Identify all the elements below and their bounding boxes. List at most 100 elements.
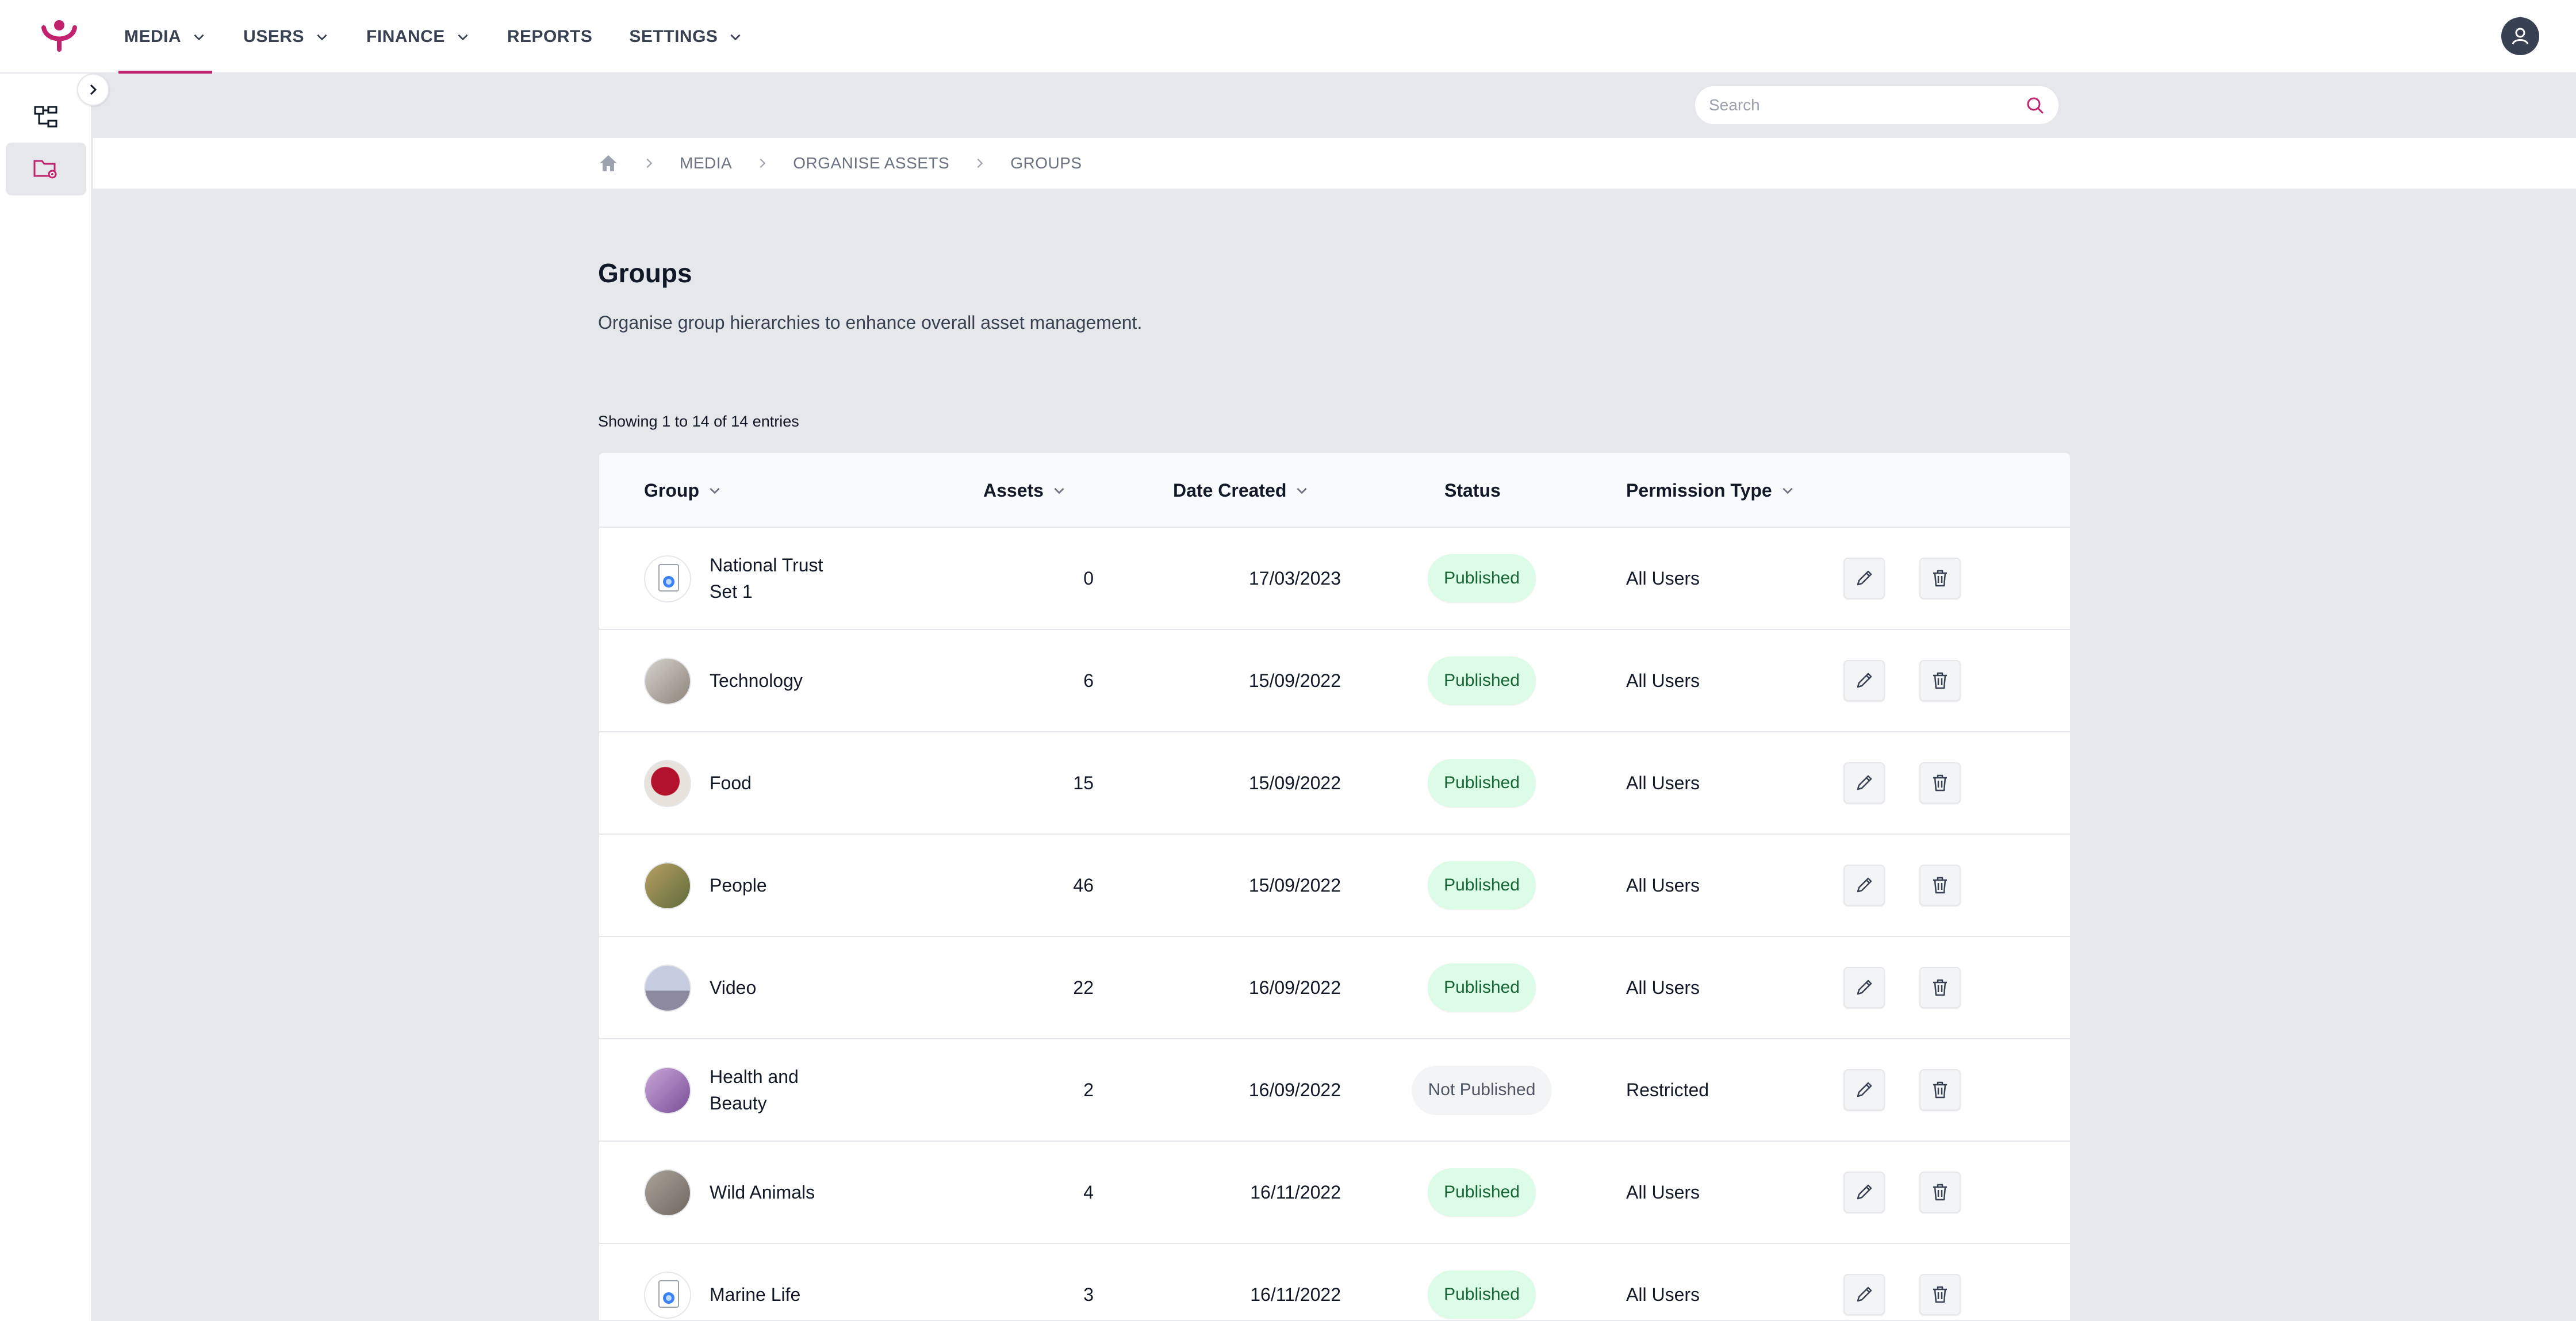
home-icon[interactable] <box>598 153 619 173</box>
chevron-down-icon <box>730 34 741 41</box>
chevron-right-icon <box>977 158 983 168</box>
breadcrumb-bar <box>93 138 2576 189</box>
table-row[interactable]: Technology 6 15/09/2022 Published All Users <box>599 630 2070 732</box>
group-thumbnail <box>644 1169 691 1216</box>
table-row[interactable]: Food 15 15/09/2022 Published All Users <box>599 732 2070 835</box>
column-header-permission-label: Permission Type <box>1626 479 1772 501</box>
delete-button[interactable] <box>1919 1069 1961 1111</box>
sidebar-item-hierarchy[interactable] <box>6 91 86 144</box>
chevron-down-icon <box>317 34 327 41</box>
asset-count: 0 <box>1083 567 1094 589</box>
edit-button[interactable] <box>1843 1274 1885 1315</box>
delete-button[interactable] <box>1919 967 1961 1008</box>
groups-table: Group Assets Date Created Status Permiss… <box>598 452 2071 1321</box>
edit-button[interactable] <box>1843 967 1885 1008</box>
group-name[interactable]: Technology <box>710 630 853 731</box>
date-created: 16/09/2022 <box>1248 1079 1341 1100</box>
delete-button[interactable] <box>1919 1274 1961 1315</box>
page-title: Groups <box>598 258 692 288</box>
trash-icon <box>1933 672 1947 689</box>
column-header-assets-label: Assets <box>983 479 1044 501</box>
group-name[interactable]: Food <box>710 732 853 834</box>
brand-logo[interactable] <box>40 20 78 53</box>
group-name[interactable]: Video <box>710 937 853 1038</box>
nav-item-media[interactable]: MEDIA <box>118 0 213 74</box>
table-row[interactable]: People 46 15/09/2022 Published All Users <box>599 835 2070 937</box>
status-badge: Published <box>1428 656 1536 705</box>
search-icon[interactable] <box>2025 95 2045 115</box>
group-name[interactable]: Health and Beauty <box>710 1039 853 1140</box>
sidebar-item-asset-folders[interactable] <box>6 143 86 195</box>
pencil-icon <box>1857 1184 1872 1200</box>
group-thumbnail <box>644 1272 691 1319</box>
group-thumbnail <box>644 862 691 909</box>
breadcrumb-item[interactable]: MEDIA <box>680 154 732 172</box>
status-cell: Published <box>1387 732 1577 834</box>
permission-type: Restricted <box>1626 1079 1709 1100</box>
nav-item-users[interactable]: USERS <box>237 0 335 74</box>
permission-type: All Users <box>1626 1284 1700 1305</box>
delete-button[interactable] <box>1919 865 1961 906</box>
asset-count: 2 <box>1083 1079 1094 1100</box>
table-row[interactable]: Video 22 16/09/2022 Published All Users <box>599 937 2070 1039</box>
sidebar <box>0 74 92 1321</box>
chevron-down-icon <box>458 34 468 41</box>
edit-button[interactable] <box>1843 660 1885 701</box>
group-name[interactable]: National Trust Set 1 <box>710 528 853 629</box>
chevron-down-icon <box>1054 487 1064 494</box>
nav-item-label: USERS <box>243 27 305 46</box>
status-cell: Not Published <box>1387 1039 1577 1140</box>
nav-item-settings[interactable]: SETTINGS <box>623 0 749 74</box>
column-header-group-label: Group <box>644 479 699 501</box>
user-icon <box>2512 28 2529 45</box>
asset-count: 15 <box>1073 772 1094 793</box>
trash-icon <box>1933 877 1947 894</box>
column-header-permission-type[interactable]: Permission Type <box>1626 453 1795 528</box>
delete-button[interactable] <box>1919 558 1961 599</box>
group-thumbnail <box>644 760 691 807</box>
group-name[interactable]: People <box>710 835 853 936</box>
date-created: 16/11/2022 <box>1250 1284 1341 1305</box>
asset-count: 6 <box>1083 670 1094 691</box>
table-row[interactable]: Health and Beauty 2 16/09/2022 Not Publishe… <box>599 1039 2070 1142</box>
search-box[interactable] <box>1694 85 2060 125</box>
nav-item-reports[interactable]: REPORTS <box>501 0 599 74</box>
nav-item-finance[interactable]: FINANCE <box>361 0 476 74</box>
sidebar-expand-button[interactable] <box>77 74 109 106</box>
delete-button[interactable] <box>1919 1172 1961 1213</box>
status-badge: Published <box>1428 861 1536 909</box>
column-header-status: Status <box>1444 453 1501 528</box>
edit-button[interactable] <box>1843 1069 1885 1111</box>
table-row[interactable]: Marine Life 3 16/11/2022 Published All Users <box>599 1244 2070 1320</box>
breadcrumb-item[interactable]: ORGANISE ASSETS <box>793 154 949 172</box>
date-created: 16/09/2022 <box>1248 977 1341 998</box>
column-header-date-created[interactable]: Date Created <box>1173 453 1309 528</box>
chevron-down-icon <box>1782 487 1793 494</box>
status-badge: Published <box>1428 963 1536 1012</box>
pencil-icon <box>1857 775 1872 790</box>
status-badge: Published <box>1428 554 1536 602</box>
edit-button[interactable] <box>1843 558 1885 599</box>
delete-button[interactable] <box>1919 660 1961 701</box>
group-name[interactable]: Marine Life <box>710 1244 853 1320</box>
breadcrumb-item: GROUPS <box>1010 154 1082 172</box>
table-row[interactable]: Wild Animals 4 16/11/2022 Published All User… <box>599 1142 2070 1244</box>
edit-button[interactable] <box>1843 865 1885 906</box>
delete-button[interactable] <box>1919 762 1961 804</box>
date-created: 16/11/2022 <box>1250 1181 1341 1203</box>
table-row[interactable]: National Trust Set 1 0 17/03/2023 Published… <box>599 528 2070 630</box>
user-avatar[interactable] <box>2501 17 2539 55</box>
group-thumbnail <box>644 1067 691 1114</box>
group-thumbnail <box>644 965 691 1012</box>
column-header-group[interactable]: Group <box>644 453 722 528</box>
column-header-assets[interactable]: Assets <box>983 453 1067 528</box>
group-name[interactable]: Wild Animals <box>710 1142 853 1243</box>
permission-type: All Users <box>1626 567 1700 589</box>
search-input[interactable] <box>1709 96 2025 114</box>
edit-button[interactable] <box>1843 1172 1885 1213</box>
edit-button[interactable] <box>1843 762 1885 804</box>
status-badge: Not Published <box>1412 1066 1552 1114</box>
status-cell: Published <box>1387 1142 1577 1243</box>
status-badge: Published <box>1428 1168 1536 1216</box>
nav-item-label: SETTINGS <box>629 27 718 46</box>
